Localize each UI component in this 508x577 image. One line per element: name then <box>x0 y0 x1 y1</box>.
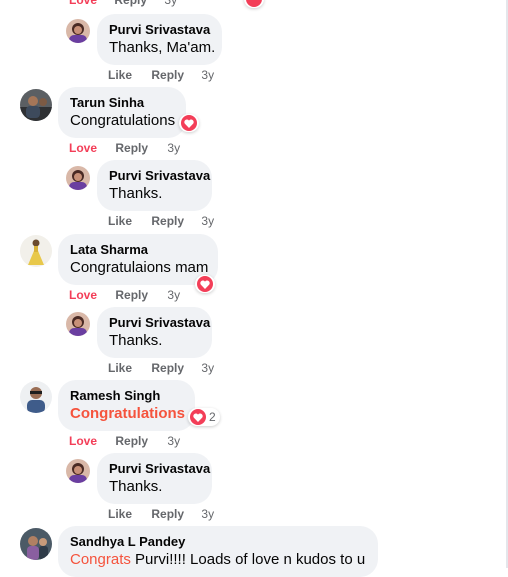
heart-reaction-icon <box>190 409 206 425</box>
comment-bubble: Purvi Srivastava Thanks. <box>97 160 212 211</box>
comment-text: Thanks. <box>109 332 163 349</box>
comment-text: Congratulaions mam <box>70 259 209 276</box>
comment-bubble: Lata Sharma Congratulaions mam <box>58 234 218 285</box>
reply-link[interactable]: Reply <box>151 67 184 83</box>
comment-text-rest: Purvi!!!! Loads of love n kudos to u <box>130 551 366 568</box>
reply-link[interactable]: Reply <box>115 287 148 303</box>
comment-bubble: Purvi Srivastava Thanks. <box>97 307 212 358</box>
love-link[interactable]: Love <box>69 140 97 156</box>
timestamp[interactable]: 3y <box>201 506 214 522</box>
like-link[interactable]: Like <box>108 213 132 229</box>
love-link[interactable]: Love <box>69 287 97 303</box>
avatar[interactable] <box>66 19 90 43</box>
comment-bubble: Sandhya L Pandey Congrats Purvi!!!! Load… <box>58 526 378 577</box>
reply-link[interactable]: Reply <box>115 433 148 449</box>
comment-text: Congratulations <box>70 405 185 422</box>
comment-actions: Like Reply 3y <box>108 360 214 376</box>
avatar[interactable] <box>66 166 90 190</box>
reaction-badge[interactable] <box>244 0 264 8</box>
timestamp[interactable]: 3y <box>201 360 214 376</box>
timestamp[interactable]: 3y <box>201 213 214 229</box>
reply-link[interactable]: Reply <box>115 140 148 156</box>
comment-bubble: Purvi Srivastava Thanks, Ma'am. <box>97 14 222 65</box>
avatar[interactable] <box>20 528 52 560</box>
comment-text: Thanks, Ma'am. <box>109 39 216 56</box>
love-link[interactable]: Love <box>69 433 97 449</box>
comment-actions: Love Reply 3y <box>69 287 180 303</box>
avatar[interactable] <box>66 312 90 336</box>
timestamp[interactable]: 3y <box>164 0 177 8</box>
comment-bubble: Tarun Sinha Congratulations <box>58 87 186 138</box>
heart-reaction-icon <box>246 0 262 7</box>
reply-link[interactable]: Reply <box>114 0 147 8</box>
author-name[interactable]: Purvi Srivastava <box>109 315 210 331</box>
author-name[interactable]: Tarun Sinha <box>70 95 174 111</box>
comment-actions: Love Reply 3y <box>69 0 177 8</box>
timestamp[interactable]: 3y <box>167 140 180 156</box>
comment-actions: Like Reply 3y <box>108 506 214 522</box>
like-link[interactable]: Like <box>108 360 132 376</box>
author-name[interactable]: Purvi Srivastava <box>109 461 210 477</box>
author-name[interactable]: Purvi Srivastava <box>109 22 210 38</box>
timestamp[interactable]: 3y <box>201 67 214 83</box>
author-name[interactable]: Ramesh Singh <box>70 388 183 404</box>
author-name[interactable]: Sandhya L Pandey <box>70 534 366 550</box>
avatar[interactable] <box>20 89 52 121</box>
heart-reaction-icon <box>197 276 213 292</box>
reaction-badge[interactable] <box>195 275 215 293</box>
comment-text: Thanks. <box>109 185 163 202</box>
timestamp[interactable]: 3y <box>167 433 180 449</box>
avatar[interactable] <box>66 459 90 483</box>
author-name[interactable]: Purvi Srivastava <box>109 168 210 184</box>
comment-text: Congratulations <box>70 112 176 129</box>
author-name[interactable]: Lata Sharma <box>70 242 206 258</box>
reaction-badge[interactable] <box>179 114 199 132</box>
reaction-badge[interactable]: 2 <box>188 408 220 426</box>
reply-link[interactable]: Reply <box>151 213 184 229</box>
reply-link[interactable]: Reply <box>151 506 184 522</box>
timestamp[interactable]: 3y <box>167 287 180 303</box>
love-link[interactable]: Love <box>69 0 97 8</box>
comment-actions: Love Reply 3y <box>69 140 180 156</box>
comment-bubble: Ramesh Singh Congratulations <box>58 380 195 431</box>
avatar[interactable] <box>20 381 52 413</box>
reply-link[interactable]: Reply <box>151 360 184 376</box>
comment-actions: Like Reply 3y <box>108 213 214 229</box>
comment-bubble: Purvi Srivastava Thanks. <box>97 453 212 504</box>
reaction-count: 2 <box>209 410 216 424</box>
comment-actions: Love Reply 3y <box>69 433 180 449</box>
comment-text: Thanks. <box>109 478 163 495</box>
avatar[interactable] <box>20 235 52 267</box>
comment-highlight: Congrats <box>70 551 131 568</box>
like-link[interactable]: Like <box>108 506 132 522</box>
heart-reaction-icon <box>181 115 197 131</box>
like-link[interactable]: Like <box>108 67 132 83</box>
comment-actions: Like Reply 3y <box>108 67 214 83</box>
comment-text: Congrats Purvi!!!! Loads of love n kudos… <box>70 550 366 570</box>
